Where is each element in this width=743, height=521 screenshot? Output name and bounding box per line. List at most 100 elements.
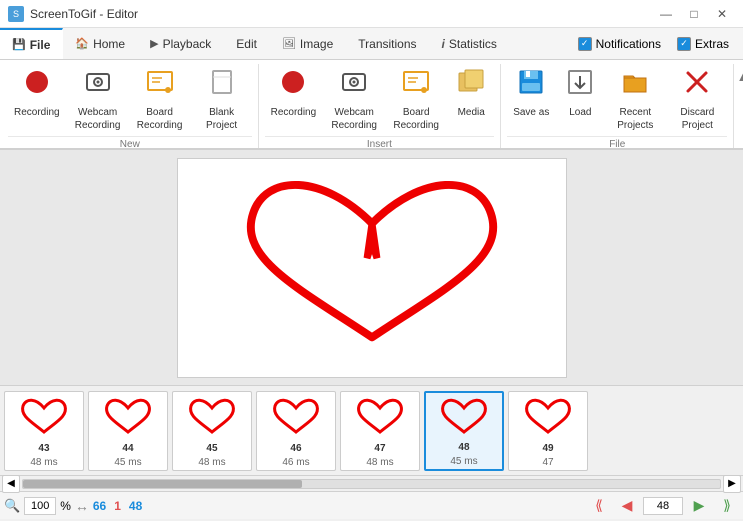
load-label: Load [569, 106, 591, 119]
frame-49-canvas [511, 392, 585, 442]
media-button[interactable]: Media [448, 64, 494, 121]
scrollbar-thumb[interactable] [23, 480, 302, 488]
main-canvas-svg [178, 159, 566, 377]
insert-recording-button[interactable]: Recording [265, 64, 323, 121]
blank-project-button[interactable]: Blank Project [192, 64, 252, 134]
new-group-items: Recording Webcam Recording [8, 64, 252, 136]
save-as-icon [517, 68, 545, 104]
canvas-area [0, 150, 743, 385]
zoom-percentage: 66 [93, 499, 106, 513]
frame-counter-value: 48 [657, 500, 669, 512]
menubar-right: Notifications Extras [572, 28, 743, 59]
discard-project-button[interactable]: Discard Project [667, 64, 727, 134]
frame-45-ms: 48 ms [198, 456, 225, 470]
extras-toggle[interactable]: Extras [671, 35, 735, 53]
frame-47-num: 47 [366, 442, 393, 456]
home-tab-icon: 🏠 [75, 37, 89, 50]
frame-count2: 48 [129, 499, 142, 513]
frame-43-canvas [7, 392, 81, 442]
frame-counter: 48 [643, 497, 683, 515]
insert-webcam-icon [340, 68, 368, 104]
tab-image-label: Image [300, 37, 333, 51]
board-recording-button[interactable]: Board Recording [130, 64, 190, 134]
ribbon-group-insert: Recording Webcam Recording [261, 64, 502, 148]
recording-button[interactable]: Recording [8, 64, 66, 121]
media-icon [457, 68, 485, 104]
frame-44-info: 44 45 ms [114, 442, 141, 470]
insert-board-button[interactable]: Board Recording [386, 64, 446, 134]
insert-recording-label: Recording [271, 106, 317, 119]
file-group-label: File [507, 136, 727, 153]
nav-next-button[interactable]: ▶ [687, 496, 711, 516]
recording-icon [23, 68, 51, 104]
frame-43-num: 43 [30, 442, 57, 456]
frame-48-num: 48 [450, 441, 477, 455]
recent-projects-label: Recent Projects [611, 106, 659, 132]
app-icon: S [8, 6, 24, 22]
film-frame-48[interactable]: 48 45 ms [424, 391, 504, 471]
close-button[interactable]: ✕ [709, 4, 735, 24]
frame-49-ms: 47 [542, 456, 553, 470]
media-label: Media [458, 106, 485, 119]
extras-checkbox[interactable] [677, 37, 691, 51]
nav-prev-far-button[interactable]: ⟪ [587, 496, 611, 516]
insert-group-items: Recording Webcam Recording [265, 64, 495, 136]
frame-44-ms: 45 ms [114, 456, 141, 470]
image-tab-icon: 🖼 [282, 37, 296, 50]
statistics-tab-icon: i [442, 37, 445, 51]
save-as-button[interactable]: Save as [507, 64, 555, 121]
bottombar: 🔍 100 % ↔ 66 1 48 ⟪ ◀ 48 ▶ ⟫ [0, 491, 743, 519]
zoom-separator: ↔ [75, 498, 89, 514]
frame-48-ms: 45 ms [450, 455, 477, 469]
nav-next-far-button[interactable]: ⟫ [715, 496, 739, 516]
minimize-button[interactable]: — [653, 4, 679, 24]
file-tab-icon: 💾 [12, 38, 26, 51]
tab-edit[interactable]: Edit [224, 28, 270, 59]
tab-statistics[interactable]: i Statistics [430, 28, 510, 59]
load-button[interactable]: Load [557, 64, 603, 121]
insert-webcam-button[interactable]: Webcam Recording [324, 64, 384, 134]
recent-projects-icon [621, 68, 649, 104]
titlebar-left: S ScreenToGif - Editor [8, 6, 138, 22]
film-frame-44[interactable]: 44 45 ms [88, 391, 168, 471]
frame-48-info: 48 45 ms [450, 441, 477, 469]
tab-file[interactable]: 💾 File [0, 28, 63, 59]
titlebar: S ScreenToGif - Editor — □ ✕ [0, 0, 743, 28]
film-frame-45[interactable]: 45 48 ms [172, 391, 252, 471]
frame-49-num: 49 [542, 442, 553, 456]
ribbon-collapse-button[interactable]: ▲ [736, 64, 743, 148]
tab-playback[interactable]: ▶ Playback [138, 28, 224, 59]
webcam-recording-button[interactable]: Webcam Recording [68, 64, 128, 134]
blank-project-label: Blank Project [198, 106, 246, 132]
save-as-label: Save as [513, 106, 549, 119]
tab-home-label: Home [93, 37, 125, 51]
film-frame-47[interactable]: 47 48 ms [340, 391, 420, 471]
frame-46-canvas [259, 392, 333, 442]
film-frame-46[interactable]: 46 46 ms [256, 391, 336, 471]
scrollbar-track[interactable] [22, 479, 721, 489]
zoom-input[interactable]: 100 [24, 497, 56, 515]
frame-46-info: 46 46 ms [282, 442, 309, 470]
scroll-left-button[interactable]: ◀ [2, 475, 20, 493]
tab-home[interactable]: 🏠 Home [63, 28, 138, 59]
zoom-icon: 🔍 [4, 498, 20, 514]
nav-prev-button[interactable]: ◀ [615, 496, 639, 516]
maximize-button[interactable]: □ [681, 4, 707, 24]
navigation-buttons: ⟪ ◀ 48 ▶ ⟫ [587, 496, 739, 516]
tab-transitions[interactable]: Transitions [346, 28, 429, 59]
ribbon-group-file: Save as Load [503, 64, 734, 148]
frame-43-ms: 48 ms [30, 456, 57, 470]
webcam-recording-label: Webcam Recording [74, 106, 122, 132]
recent-projects-button[interactable]: Recent Projects [605, 64, 665, 134]
notifications-checkbox[interactable] [578, 37, 592, 51]
notifications-toggle[interactable]: Notifications [572, 35, 667, 53]
tab-edit-label: Edit [236, 37, 257, 51]
tab-image[interactable]: 🖼 Image [270, 28, 346, 59]
scroll-right-button[interactable]: ▶ [723, 475, 741, 493]
film-frame-49[interactable]: 49 47 [508, 391, 588, 471]
film-frame-43[interactable]: 43 48 ms [4, 391, 84, 471]
frame-49-info: 49 47 [542, 442, 553, 470]
notifications-label: Notifications [596, 37, 661, 51]
tab-transitions-label: Transitions [358, 37, 416, 51]
menubar: 💾 File 🏠 Home ▶ Playback Edit 🖼 Image Tr… [0, 28, 743, 60]
